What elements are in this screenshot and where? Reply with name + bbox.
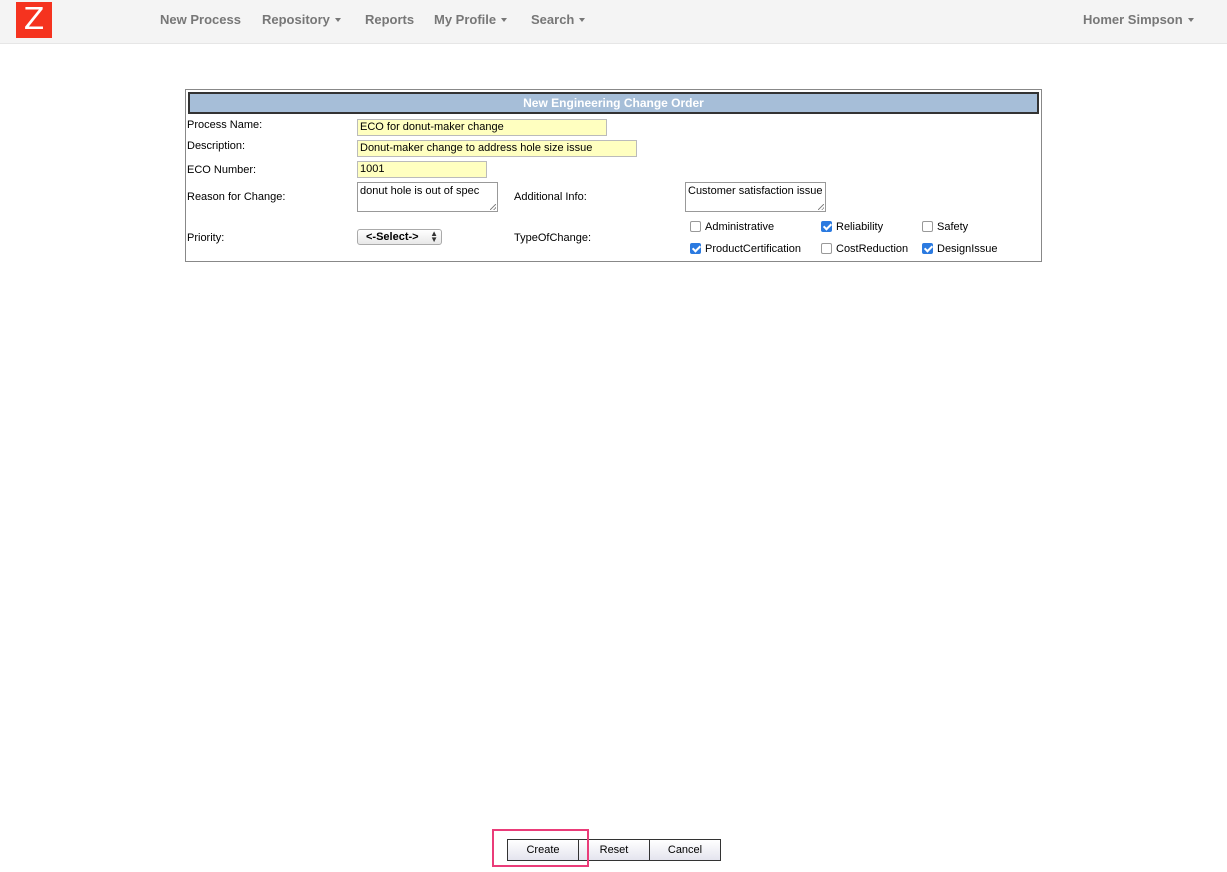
- additional-info-textarea[interactable]: Customer satisfaction issue: [685, 182, 826, 212]
- chevron-down-icon: [579, 17, 586, 22]
- top-navbar: Z New Process Repository Reports My Prof…: [0, 0, 1227, 44]
- checkbox-reliability-label: Reliability: [836, 221, 884, 233]
- user-name: Homer Simpson: [1083, 12, 1183, 27]
- user-menu[interactable]: Homer Simpson: [1083, 12, 1194, 27]
- nav-repository-label: Repository: [262, 12, 330, 27]
- checkbox-design-issue-label: DesignIssue: [937, 243, 998, 255]
- additional-info-label: Additional Info:: [514, 191, 587, 203]
- checkbox-administrative[interactable]: [690, 221, 701, 232]
- border-gap: [1043, 159, 1049, 181]
- select-arrows-icon: ▲ ▼: [430, 229, 438, 244]
- description-label: Description:: [187, 140, 246, 152]
- checkbox-safety[interactable]: [922, 221, 933, 232]
- process-name-label: Process Name:: [187, 119, 263, 131]
- eco-form: New Engineering Change Order: [185, 89, 1042, 262]
- nav-my-profile[interactable]: My Profile: [434, 12, 508, 27]
- resize-grip-icon[interactable]: [818, 204, 824, 210]
- checkbox-product-certification-label: ProductCertification: [705, 243, 801, 255]
- nav-search-label: Search: [531, 12, 575, 27]
- checkbox-product-certification[interactable]: [690, 243, 701, 254]
- eco-number-label: ECO Number:: [187, 164, 257, 176]
- description-input[interactable]: Donut-maker change to address hole size …: [357, 140, 637, 157]
- checkbox-cost-reduction[interactable]: [821, 243, 832, 254]
- process-name-input[interactable]: ECO for donut-maker change: [357, 119, 607, 136]
- additional-info-text: Customer satisfaction issue: [688, 185, 823, 197]
- create-button-highlight: [492, 829, 589, 867]
- nav-new-process[interactable]: New Process: [160, 12, 241, 27]
- priority-selected-value: <-Select->: [366, 231, 419, 243]
- checkbox-safety-label: Safety: [937, 221, 969, 233]
- nav-my-profile-label: My Profile: [434, 12, 497, 27]
- chevron-down-icon: [334, 17, 341, 22]
- nav-reports-label: Reports: [365, 12, 415, 27]
- nav-search[interactable]: Search: [531, 12, 586, 27]
- reason-label: Reason for Change:: [187, 191, 286, 203]
- priority-select[interactable]: <-Select-> ▲ ▼: [357, 229, 442, 245]
- resize-grip-icon[interactable]: [490, 204, 496, 210]
- nav-repository[interactable]: Repository: [262, 12, 341, 27]
- reason-textarea[interactable]: donut hole is out of spec: [357, 182, 498, 212]
- app-logo[interactable]: Z: [16, 2, 52, 38]
- priority-label: Priority:: [187, 232, 225, 244]
- cancel-button[interactable]: Cancel: [649, 839, 721, 861]
- chevron-down-icon: [1187, 17, 1194, 22]
- type-of-change-label: TypeOfChange:: [514, 232, 592, 244]
- reason-text: donut hole is out of spec: [360, 185, 480, 197]
- checkbox-design-issue[interactable]: [922, 243, 933, 254]
- eco-number-input[interactable]: 1001: [357, 161, 487, 178]
- checkbox-reliability[interactable]: [821, 221, 832, 232]
- nav-new-process-label: New Process: [160, 12, 241, 27]
- checkbox-administrative-label: Administrative: [705, 221, 775, 233]
- nav-reports[interactable]: Reports: [365, 12, 414, 27]
- checkbox-cost-reduction-label: CostReduction: [836, 243, 909, 255]
- form-title: New Engineering Change Order: [188, 92, 1039, 114]
- chevron-down-icon: [501, 17, 508, 22]
